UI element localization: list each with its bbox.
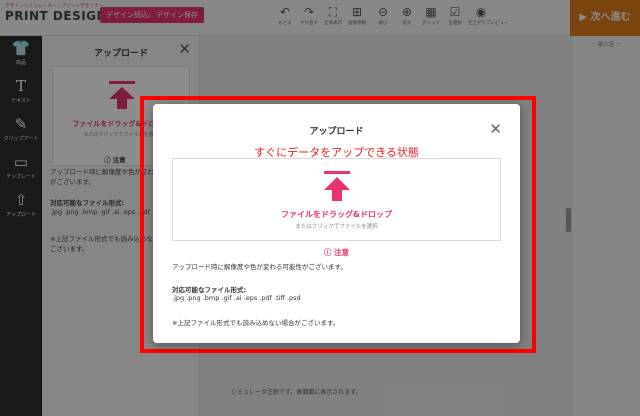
warning-text: アップロード時に解像度や色が変わる可能性がございます。 xyxy=(172,263,347,271)
notice-label: ⓘ 注意 xyxy=(323,248,350,257)
upload-arrow-icon xyxy=(324,177,350,201)
note-text: ※上記ファイル形式でも読み込めない場合がございます。 xyxy=(172,319,340,327)
formats-label: 対応可能なファイル形式: xyxy=(172,286,247,294)
formats-list: .jpg .png .bmp .gif .ai .eps .pdf .tiff … xyxy=(172,294,301,302)
modal-title: アップロード xyxy=(309,127,364,137)
upload-dropzone[interactable]: ファイルをドラッグ&ドロップ またはクリックでファイルを選択 xyxy=(172,158,501,241)
dropzone-sub-text: またはクリックでファイルを選択 xyxy=(295,224,378,230)
dropzone-main-text: ファイルをドラッグ&ドロップ xyxy=(281,210,392,219)
upload-bar xyxy=(324,171,350,174)
close-icon[interactable]: ✕ xyxy=(489,122,502,137)
upload-modal: アップロード ✕ すぐにデータをアップできる状態 ファイルをドラッグ&ドロップ … xyxy=(153,104,520,343)
